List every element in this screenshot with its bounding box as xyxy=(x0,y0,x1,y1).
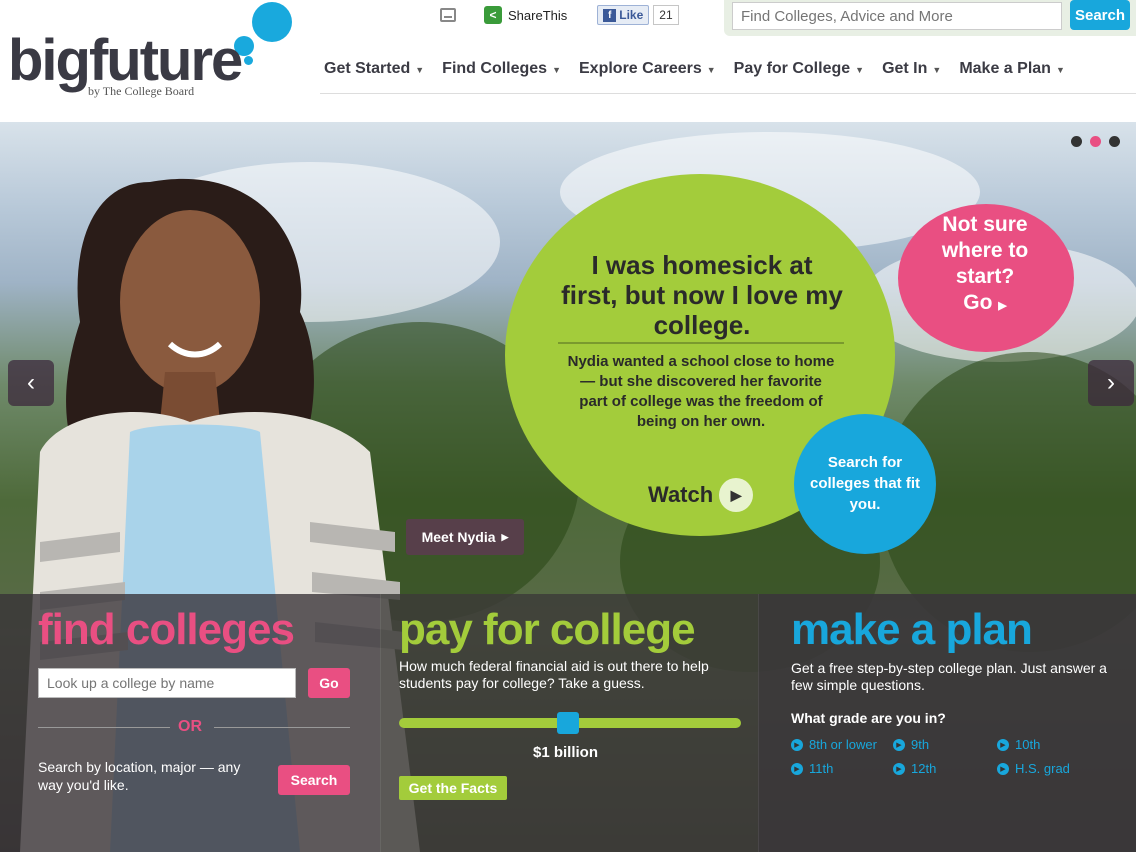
make-a-plan-panel: make a plan Get a free step-by-step coll… xyxy=(758,594,1136,852)
play-icon: ▶ xyxy=(719,478,754,512)
social-bar: < ShareThis f Like 21 xyxy=(440,0,679,30)
play-icon: ▶ xyxy=(893,762,905,775)
grade-option[interactable]: ▶ 9th xyxy=(893,737,929,752)
grade-label: 12th xyxy=(911,761,937,776)
logo-subtitle: by The College Board xyxy=(88,84,195,98)
panel-title: find colleges xyxy=(38,605,295,654)
logo-bubble-large xyxy=(252,2,292,42)
go-link[interactable]: Go ▶ xyxy=(910,290,1060,319)
grade-option[interactable]: ▶ 11th xyxy=(791,761,833,776)
share-button[interactable]: < ShareThis xyxy=(484,6,567,24)
nav-label: Pay for College xyxy=(733,60,851,77)
not-sure-label: Not sure where to start? xyxy=(941,213,1029,288)
divider xyxy=(558,342,844,344)
carousel-prev-button[interactable]: ‹ xyxy=(8,360,54,406)
carousel-dot[interactable] xyxy=(1071,136,1082,147)
carousel-dots xyxy=(1071,136,1120,147)
aid-slider-handle[interactable] xyxy=(557,712,579,734)
plan-description: Get a free step-by-step college plan. Ju… xyxy=(791,660,1107,693)
chevron-left-icon: ‹ xyxy=(27,369,35,396)
grade-label: H.S. grad xyxy=(1015,761,1070,776)
play-icon: ▶ xyxy=(791,762,803,775)
nav-label: Get In xyxy=(882,60,928,77)
chevron-down-icon: ▼ xyxy=(706,65,716,75)
feature-panels: find colleges Go OR Search by location, … xyxy=(0,594,1136,852)
arrow-right-icon: ▶ xyxy=(501,531,509,542)
location-search-text: Search by location, major — any way you'… xyxy=(38,759,241,793)
site-search-input[interactable] xyxy=(732,2,1062,30)
nav-label: Find Colleges xyxy=(442,60,548,77)
nav-pay-for-college[interactable]: Pay for College ▼ xyxy=(734,60,864,93)
carousel-dot-active[interactable] xyxy=(1090,136,1101,147)
chevron-down-icon: ▼ xyxy=(855,65,865,75)
nav-get-in[interactable]: Get In ▼ xyxy=(882,60,941,93)
chevron-right-icon: › xyxy=(1107,369,1115,396)
play-icon: ▶ xyxy=(791,738,803,751)
find-colleges-panel: find colleges Go OR Search by location, … xyxy=(0,594,380,852)
logo-wordmark: bigfuture xyxy=(8,28,243,93)
grade-label: 9th xyxy=(911,737,930,752)
carousel-next-button[interactable]: › xyxy=(1088,360,1134,406)
nav-label: Get Started xyxy=(324,60,411,77)
play-icon: ▶ xyxy=(997,762,1009,775)
grade-question: What grade are you in? xyxy=(791,710,946,726)
panel-title: pay for college xyxy=(399,605,696,654)
play-icon: ▶ xyxy=(997,738,1009,751)
nav-get-started[interactable]: Get Started ▼ xyxy=(324,60,424,93)
grade-option[interactable]: ▶ 10th xyxy=(997,737,1040,752)
logo-bubble-tiny xyxy=(244,56,253,65)
facebook-icon: f xyxy=(603,8,617,22)
site-search-button[interactable]: Search xyxy=(1070,0,1130,30)
testimonial-quote: I was homesick at first, but now I love … xyxy=(561,250,843,340)
meet-label: Meet Nydia xyxy=(421,529,496,545)
or-label: OR xyxy=(178,718,202,735)
like-count: 21 xyxy=(653,5,679,25)
get-facts-button[interactable]: Get the Facts xyxy=(399,776,507,800)
college-name-input[interactable] xyxy=(38,668,296,698)
watch-label: Watch xyxy=(648,482,714,507)
arrow-right-icon: ▶ xyxy=(998,300,1007,312)
nav-make-a-plan[interactable]: Make a Plan ▼ xyxy=(959,60,1065,93)
site-header: bigfuture by The College Board < ShareTh… xyxy=(0,0,1136,122)
grade-label: 8th or lower xyxy=(809,737,877,752)
nav-label: Make a Plan xyxy=(959,60,1051,77)
grade-option[interactable]: ▶ H.S. grad xyxy=(997,761,1070,776)
chevron-down-icon: ▼ xyxy=(1055,65,1065,75)
carousel-dot[interactable] xyxy=(1109,136,1120,147)
search-button[interactable]: Search xyxy=(278,765,350,795)
grade-label: 10th xyxy=(1015,737,1041,752)
grade-option[interactable]: ▶ 8th or lower xyxy=(791,737,877,752)
search-colleges-text[interactable]: Search for colleges that fit you. xyxy=(804,452,926,515)
like-button[interactable]: f Like xyxy=(597,5,650,25)
testimonial-subtext: Nydia wanted a school close to home — bu… xyxy=(567,353,835,430)
grade-option[interactable]: ▶ 12th xyxy=(893,761,936,776)
go-label: Go xyxy=(963,291,993,314)
chevron-down-icon: ▼ xyxy=(552,65,561,75)
chevron-down-icon: ▼ xyxy=(415,65,425,75)
meet-nydia-button[interactable]: Meet Nydia ▶ xyxy=(406,519,524,555)
nav-explore-careers[interactable]: Explore Careers ▼ xyxy=(579,60,716,93)
share-label: ShareThis xyxy=(508,7,568,23)
nav-find-colleges[interactable]: Find Colleges ▼ xyxy=(442,60,561,93)
play-icon: ▶ xyxy=(893,738,905,751)
watch-video-button[interactable]: Watch ▶ xyxy=(648,478,754,512)
main-nav: Get Started ▼ Find Colleges ▼ Explore Ca… xyxy=(320,60,1136,94)
nav-label: Explore Careers xyxy=(579,60,702,77)
facebook-like[interactable]: f Like 21 xyxy=(597,5,679,25)
grade-label: 11th xyxy=(809,761,834,776)
aid-question: How much federal financial aid is out th… xyxy=(399,658,709,691)
divider xyxy=(214,727,350,728)
print-icon[interactable] xyxy=(440,8,456,22)
bigfuture-logo[interactable]: bigfuture by The College Board xyxy=(8,2,308,102)
slider-value: $1 billion xyxy=(533,744,599,761)
go-button[interactable]: Go xyxy=(308,668,350,698)
chevron-down-icon: ▼ xyxy=(932,65,942,75)
pay-for-college-panel: pay for college How much federal financi… xyxy=(380,594,758,852)
divider xyxy=(38,727,170,728)
not-sure-text[interactable]: Not sure where to start? Go ▶ xyxy=(910,212,1060,319)
panel-title: make a plan xyxy=(791,605,1033,654)
like-label: Like xyxy=(619,8,644,22)
share-icon: < xyxy=(484,6,502,24)
